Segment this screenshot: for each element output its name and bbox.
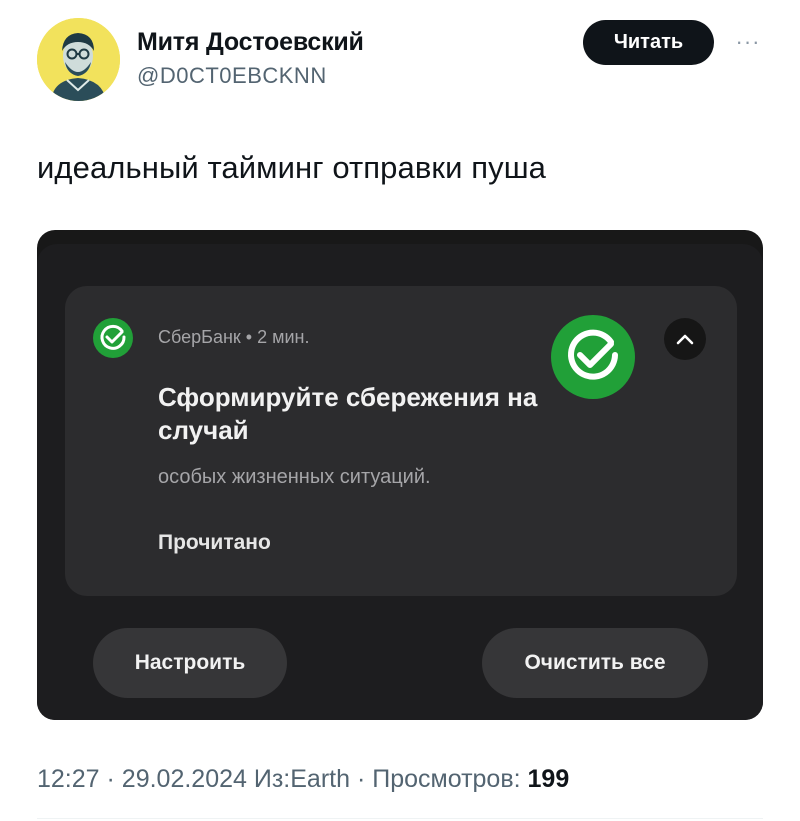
sber-check-icon: [93, 318, 133, 358]
notification-title: Сформируйте сбережения на случай: [158, 382, 538, 445]
avatar[interactable]: [37, 18, 120, 101]
tweet-media-screenshot[interactable]: СберБанк • 2 мин. Сформируйте сбережения…: [37, 230, 763, 720]
tweet-text: идеальный тайминг отправки пуша: [37, 150, 547, 185]
views-count[interactable]: 199: [528, 765, 570, 793]
meta-separator: ·: [356, 765, 373, 793]
mark-read-action[interactable]: Прочитано: [158, 531, 271, 555]
tweet-card: Митя Достоевский @D0CT0EBCKNN Читать ···…: [0, 0, 800, 821]
notification-app-name: СберБанк: [158, 327, 241, 347]
divider: [37, 818, 763, 819]
meta-separator: •: [245, 327, 258, 347]
follow-button[interactable]: Читать: [583, 20, 714, 65]
configure-button[interactable]: Настроить: [93, 628, 287, 698]
chevron-up-icon[interactable]: [664, 318, 706, 360]
tweet-meta: 12:27 · 29.02.2024 Из:Earth · Просмотров…: [37, 765, 569, 794]
tweet-time[interactable]: 12:27: [37, 765, 100, 793]
author-handle[interactable]: @D0CT0EBCKNN: [137, 63, 327, 89]
more-horizontal-icon[interactable]: ···: [733, 30, 763, 54]
meta-separator: ·: [106, 765, 122, 793]
notification-shade: СберБанк • 2 мин. Сформируйте сбережения…: [37, 244, 763, 720]
tweet-source: Из:Earth: [253, 765, 351, 793]
sber-logo-icon: [551, 315, 635, 399]
notification-body: особых жизненных ситуаций.: [158, 466, 431, 488]
notification-time: 2 мин.: [257, 327, 310, 347]
author-display-name[interactable]: Митя Достоевский: [137, 28, 364, 57]
tweet-date[interactable]: 29.02.2024: [122, 765, 247, 793]
avatar-portrait-icon: [37, 18, 120, 101]
push-notification[interactable]: СберБанк • 2 мин. Сформируйте сбережения…: [65, 286, 737, 596]
clear-all-button[interactable]: Очистить все: [482, 628, 708, 698]
views-label: Просмотров:: [372, 765, 521, 793]
notification-app-meta: СберБанк • 2 мин.: [158, 327, 310, 348]
